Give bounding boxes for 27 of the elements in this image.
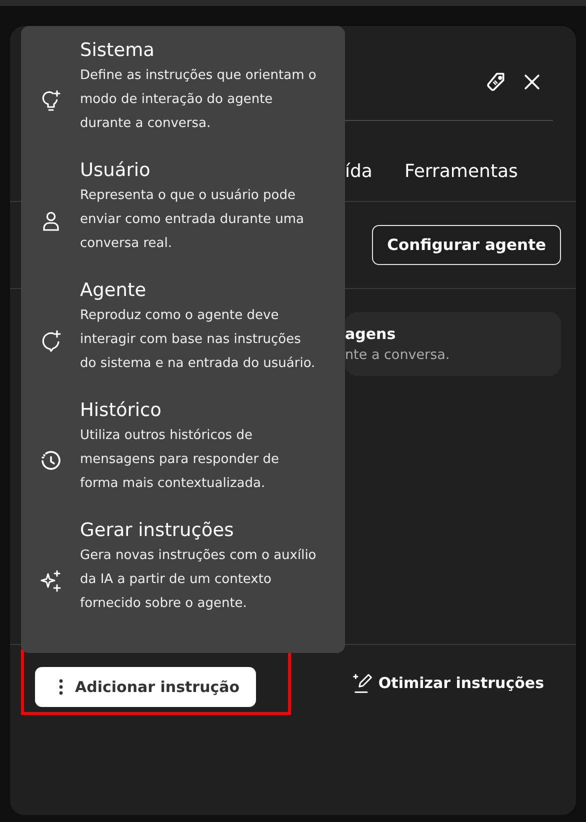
menu-item-title: Sistema: [80, 39, 156, 63]
card-text: nte a conversa.: [345, 347, 451, 363]
menu-item-title: Histórico: [80, 399, 162, 423]
menu-item-title: Usuário: [80, 159, 152, 183]
configure-agent-button[interactable]: Configurar agente: [372, 225, 561, 265]
add-instruction-button[interactable]: Adicionar instrução: [35, 667, 256, 707]
menu-item-description: Gera novas instruções com o auxílio da IA a partir de um contexto fornecido sobre o agente.: [80, 547, 318, 613]
menu-item[interactable]: Sistema Define as instruções que orientam o modo de interação do agente durante a conversa.: [21, 38, 345, 136]
menu-item-description: Define as instruções que orientam o modo de interação do agente durante a conversa.: [80, 67, 318, 133]
more-icon: [59, 679, 63, 695]
card-title: agens: [345, 325, 397, 343]
history-icon: [39, 449, 63, 473]
tag-icon[interactable]: [485, 71, 507, 93]
menu-item-description: Representa o que o usuário pode enviar como entrada durante uma conversa real.: [80, 187, 305, 253]
menu-item-title: Gerar instruções: [80, 519, 235, 543]
optimize-instructions-button[interactable]: Otimizar instruções: [352, 672, 544, 694]
menu-item-description: Utiliza outros históricos de mensagens para responder de forma mais contextualizada.: [80, 427, 280, 493]
menu-item[interactable]: Histórico Utiliza outros históricos de mensagens para responder de forma mais contextualizada.: [21, 398, 345, 496]
magic-pencil-icon: [352, 672, 374, 694]
menu-item[interactable]: Gerar instruções Gera novas instruções com o auxílio da IA a partir de um contexto fornecido sobre o agente.: [21, 518, 345, 616]
tab[interactable]: ída: [345, 159, 372, 201]
sparkles-icon: [39, 569, 63, 593]
menu-item-description: Reproduz como o agente deve interagir com base nas instruções do sistema e na entrada do usuário.: [80, 307, 316, 373]
tab[interactable]: Ferramentas: [404, 159, 518, 201]
menu-item-title: Agente: [80, 279, 148, 303]
menu-item[interactable]: Usuário Representa o que o usuário pode enviar como entrada durante uma conversa real.: [21, 158, 345, 256]
menu-item[interactable]: Agente Reproduz como o agente deve interagir com base nas instruções do sistema e na entrada do usuário.: [21, 278, 345, 376]
